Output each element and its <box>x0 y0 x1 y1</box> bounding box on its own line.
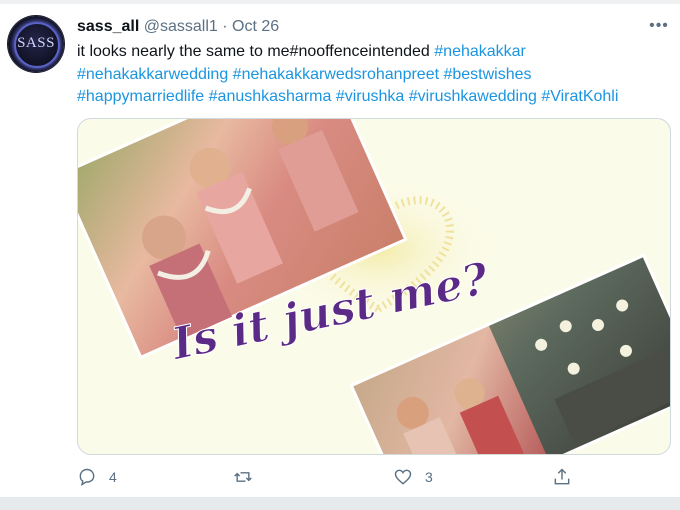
reply-count: 4 <box>109 469 117 485</box>
like-button[interactable]: 3 <box>393 466 433 488</box>
tweet-media-image[interactable]: Is it just me? <box>77 118 671 455</box>
separator-dot: · <box>222 18 228 35</box>
heart-icon <box>394 469 412 485</box>
tweet-date[interactable]: Oct 26 <box>232 18 279 35</box>
tweet-actions: 4 3 <box>0 460 680 494</box>
top-divider <box>0 0 680 4</box>
avatar[interactable]: SASS <box>8 16 64 72</box>
hashtag-link[interactable]: #virushka <box>336 88 404 105</box>
hashtag-link[interactable]: #happymarriedlife <box>77 88 204 105</box>
media-collage: Is it just me? <box>78 119 670 454</box>
hashtag-link[interactable]: #ViratKohli <box>541 88 618 105</box>
hashtag-link[interactable]: #virushkawedding <box>409 88 537 105</box>
hashtag-link[interactable]: #nehakakkarwedsrohanpreet <box>233 66 439 83</box>
hashtag-link[interactable]: #nehakakkar <box>434 43 526 60</box>
more-dots-icon[interactable]: ••• <box>648 18 670 34</box>
bottom-divider <box>0 497 680 510</box>
display-name[interactable]: sass_all <box>77 18 139 35</box>
hashtag-link[interactable]: #nehakakkarwedding <box>77 66 228 83</box>
user-handle[interactable]: @sassall1 <box>144 18 218 35</box>
share-icon <box>554 468 570 485</box>
hashtag-link[interactable]: #anushkasharma <box>209 88 332 105</box>
retweet-button[interactable] <box>233 466 265 488</box>
avatar-text: SASS <box>17 35 55 51</box>
tweet-text-plain: it looks nearly the same to me#nooffence… <box>77 43 435 60</box>
like-count: 3 <box>425 469 433 485</box>
retweet-icon <box>234 472 252 482</box>
tweet-header: sass_all @sassall1 · Oct 26 <box>77 18 279 36</box>
reply-icon <box>79 468 95 486</box>
share-button[interactable] <box>552 466 572 488</box>
hashtag-link[interactable]: #bestwishes <box>443 66 531 83</box>
reply-button[interactable]: 4 <box>77 466 117 488</box>
tweet-text: it looks nearly the same to me#nooffence… <box>77 41 677 109</box>
